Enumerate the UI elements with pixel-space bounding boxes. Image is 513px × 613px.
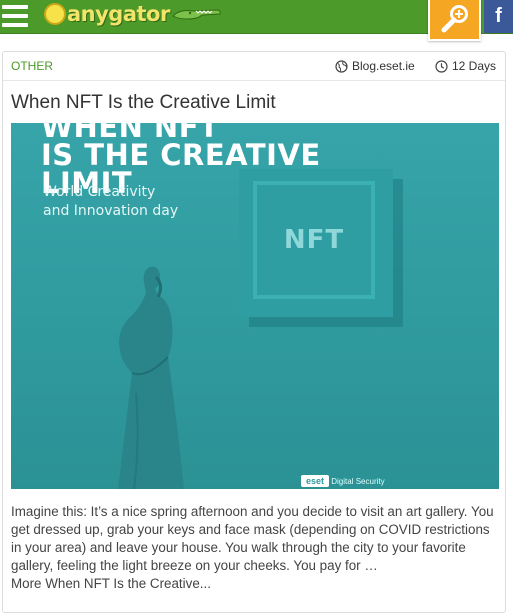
read-more-link[interactable]: More When NFT Is the Creative... bbox=[11, 576, 211, 591]
clock-icon bbox=[435, 59, 448, 73]
article-image[interactable]: WHEN NFT IS THE CREATIVE LIMIT World Cre… bbox=[11, 123, 499, 489]
globe-icon bbox=[335, 59, 348, 73]
article-excerpt: Imagine this: It’s a nice spring afterno… bbox=[11, 503, 499, 593]
image-subtitle-line: World Creativity bbox=[43, 184, 156, 200]
image-headline-line: IS THE CREATIVE bbox=[41, 138, 321, 172]
eset-logo-text: eset bbox=[301, 475, 330, 487]
excerpt-text: Imagine this: It’s a nice spring afterno… bbox=[11, 504, 494, 573]
source-link[interactable]: Blog.eset.ie bbox=[335, 59, 415, 73]
article-title[interactable]: When NFT Is the Creative Limit bbox=[11, 92, 276, 114]
article-age: 12 Days bbox=[435, 59, 496, 73]
eset-logo: eset Digital Security bbox=[301, 475, 391, 489]
eset-tagline: Digital Security bbox=[331, 477, 385, 486]
top-bar: anygator f bbox=[0, 0, 513, 41]
image-subtitle: World Creativity and Innovation day bbox=[43, 183, 178, 221]
menu-icon[interactable] bbox=[2, 5, 28, 27]
nft-stamp: NFT bbox=[234, 164, 398, 322]
crocodile-icon bbox=[172, 9, 221, 20]
logo-text: anygator bbox=[67, 2, 170, 26]
source-label: Blog.eset.ie bbox=[352, 59, 415, 73]
site-logo[interactable]: anygator bbox=[44, 0, 222, 28]
stamp-label: NFT bbox=[283, 225, 345, 255]
stamp-frame: NFT bbox=[253, 181, 375, 299]
image-subtitle-line: and Innovation day bbox=[43, 203, 179, 219]
logo-mark-icon bbox=[44, 3, 66, 25]
search-icon bbox=[441, 5, 468, 33]
facebook-icon[interactable]: f bbox=[484, 0, 513, 33]
age-label: 12 Days bbox=[452, 59, 497, 73]
article-meta: OTHER Blog.eset.ie 12 Days bbox=[3, 52, 505, 81]
woman-figure-illustration bbox=[118, 266, 184, 489]
search-button[interactable] bbox=[428, 0, 481, 41]
article-card: OTHER Blog.eset.ie 12 Days When NFT Is t… bbox=[2, 51, 506, 613]
category-link[interactable]: OTHER bbox=[11, 59, 53, 73]
